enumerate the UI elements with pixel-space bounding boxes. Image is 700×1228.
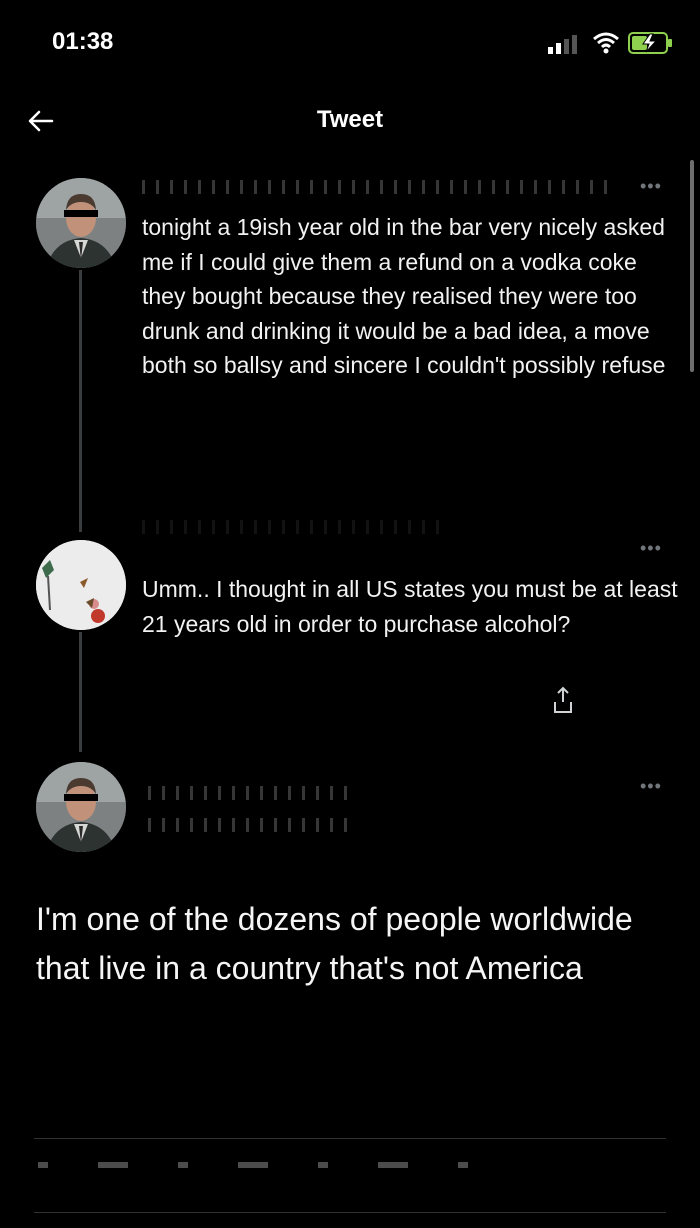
more-icon[interactable]: ••• — [640, 176, 662, 197]
tweet-text: tonight a 19ish year old in the bar very… — [142, 214, 666, 378]
wifi-icon — [593, 32, 619, 54]
nav-bar: Tweet — [0, 90, 700, 150]
divider — [34, 1212, 666, 1213]
avatar-image — [36, 540, 126, 630]
share-icon[interactable] — [552, 686, 574, 716]
more-icon[interactable]: ••• — [640, 776, 662, 797]
thread-line — [79, 270, 82, 532]
author-handle-blurred — [148, 818, 358, 832]
status-time: 01:38 — [52, 28, 114, 55]
avatar[interactable] — [36, 540, 126, 630]
avatar[interactable] — [36, 178, 126, 268]
avatar-image — [36, 762, 126, 852]
avatar-image — [36, 178, 126, 268]
tweet-stats-blurred — [38, 1162, 518, 1168]
thread-line — [79, 632, 82, 752]
scrollbar[interactable] — [690, 160, 694, 372]
divider — [34, 1138, 666, 1139]
page-title: Tweet — [316, 106, 384, 133]
avatar[interactable] — [36, 762, 126, 852]
main-tweet-text: I'm one of the dozens of people worldwid… — [36, 901, 633, 986]
author-name-blurred — [142, 180, 612, 194]
author-name-blurred — [142, 520, 442, 534]
cellular-signal-icon — [548, 35, 577, 54]
author-name-blurred — [148, 786, 348, 800]
status-bar: 01:38 — [0, 0, 700, 90]
tweet-text: Umm.. I thought in all US states you mus… — [142, 576, 678, 637]
more-icon[interactable]: ••• — [640, 538, 662, 559]
battery-charging-icon — [628, 32, 672, 54]
